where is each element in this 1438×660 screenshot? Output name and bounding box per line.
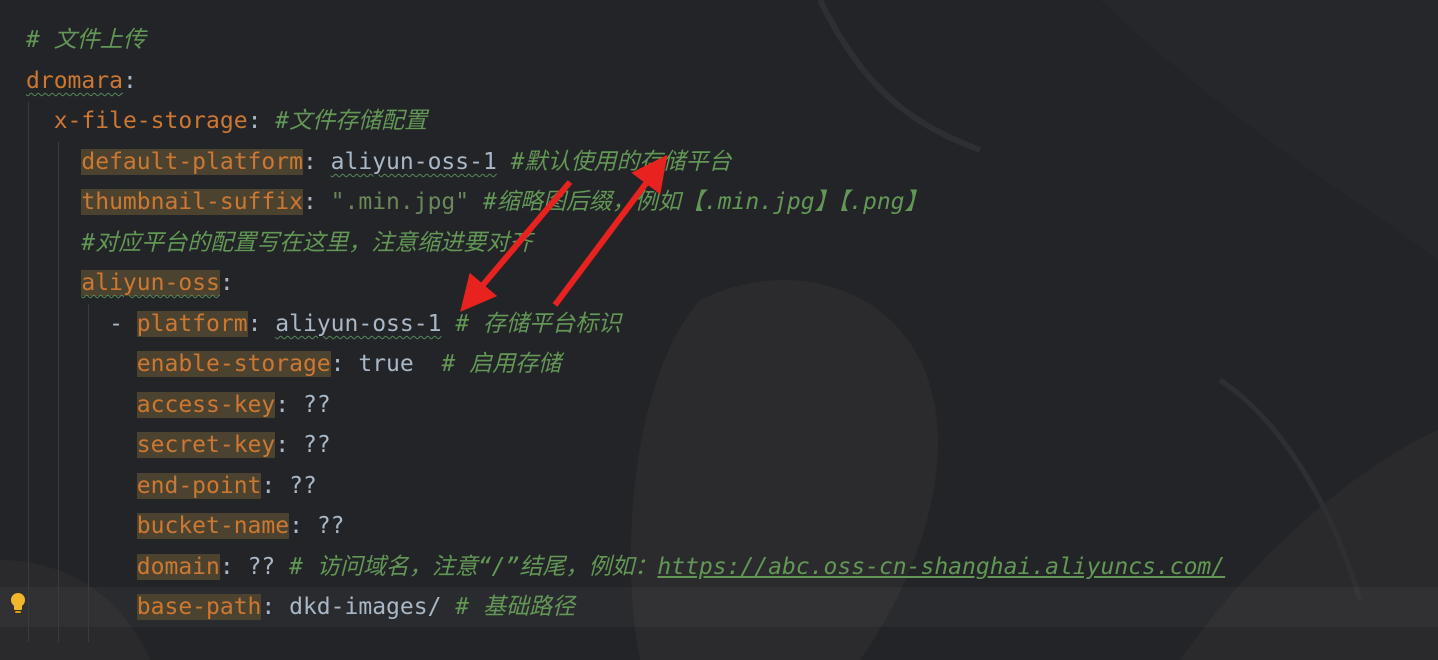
yaml-value: ?? (302, 392, 331, 418)
yaml-value: ?? (247, 554, 276, 580)
yaml-key: x-file-storage (53, 108, 248, 134)
yaml-value: dkd-images/ (289, 594, 442, 620)
yaml-key: default-platform (81, 149, 303, 175)
code-line-12: end-point: ?? (136, 473, 317, 499)
yaml-key: secret-key (136, 432, 276, 458)
yaml-value: true (358, 351, 414, 377)
yaml-key: aliyun-oss (81, 270, 220, 296)
comment: #缩略图后缀，例如【.min.jpg】【.png】 (483, 189, 928, 215)
code-line-7: aliyun-oss: (81, 270, 234, 296)
yaml-key: access-key (136, 392, 276, 418)
code-editor[interactable]: # 文件上传 dromara: x-file-storage: #文件存储配置 … (0, 0, 1438, 660)
code-line-1: # 文件上传 (26, 20, 146, 60)
code-line-9: enable-storage: true # 启用存储 (136, 351, 562, 377)
comment: # 文件上传 (26, 27, 146, 53)
list-dash: - (109, 311, 137, 337)
yaml-key: thumbnail-suffix (81, 189, 303, 215)
comment: #文件存储配置 (275, 108, 428, 134)
yaml-value: ?? (302, 432, 331, 458)
yaml-value: ?? (316, 513, 345, 539)
yaml-value: ?? (289, 473, 317, 499)
code-line-11: secret-key: ?? (136, 432, 331, 458)
url-link[interactable]: https://abc.oss-cn-shanghai.aliyuncs.com… (657, 554, 1225, 580)
yaml-string: ".min.jpg" (330, 189, 470, 215)
code-line-8: - platform: aliyun-oss-1 # 存储平台标识 (109, 311, 622, 337)
comment: # 存储平台标识 (455, 311, 622, 337)
lightbulb-icon[interactable] (8, 591, 28, 615)
yaml-key: base-path (136, 594, 262, 620)
code-line-10: access-key: ?? (136, 392, 331, 418)
yaml-value: aliyun-oss-1 (275, 311, 442, 337)
yaml-value: aliyun-oss-1 (330, 149, 497, 175)
yaml-key: enable-storage (136, 351, 331, 377)
code-line-2: dromara: (26, 68, 137, 94)
comment: # 基础路径 (455, 594, 575, 620)
comment: # 访问域名，注意“/”结尾，例如： (289, 554, 658, 580)
code-line-4: default-platform: aliyun-oss-1 #默认使用的存储平… (81, 149, 732, 175)
code-line-15: base-path: dkd-images/ # 基础路径 (136, 594, 575, 620)
yaml-key: domain (136, 554, 220, 580)
code-line-3: x-file-storage: #文件存储配置 (53, 108, 428, 134)
yaml-key: bucket-name (136, 513, 290, 539)
comment: # 启用存储 (441, 351, 562, 377)
comment: #默认使用的存储平台 (510, 149, 732, 175)
comment: #对应平台的配置写在这里，注意缩进要对齐 (81, 230, 533, 256)
yaml-key: end-point (136, 473, 262, 499)
code-line-13: bucket-name: ?? (136, 513, 345, 539)
code-line-14: domain: ?? # 访问域名，注意“/”结尾，例如：https://abc… (136, 554, 1226, 580)
yaml-key: dromara (26, 68, 123, 94)
code-line-6: #对应平台的配置写在这里，注意缩进要对齐 (26, 223, 532, 263)
code-line-5: thumbnail-suffix: ".min.jpg" #缩略图后缀，例如【.… (81, 189, 928, 215)
yaml-key: platform (136, 311, 248, 337)
